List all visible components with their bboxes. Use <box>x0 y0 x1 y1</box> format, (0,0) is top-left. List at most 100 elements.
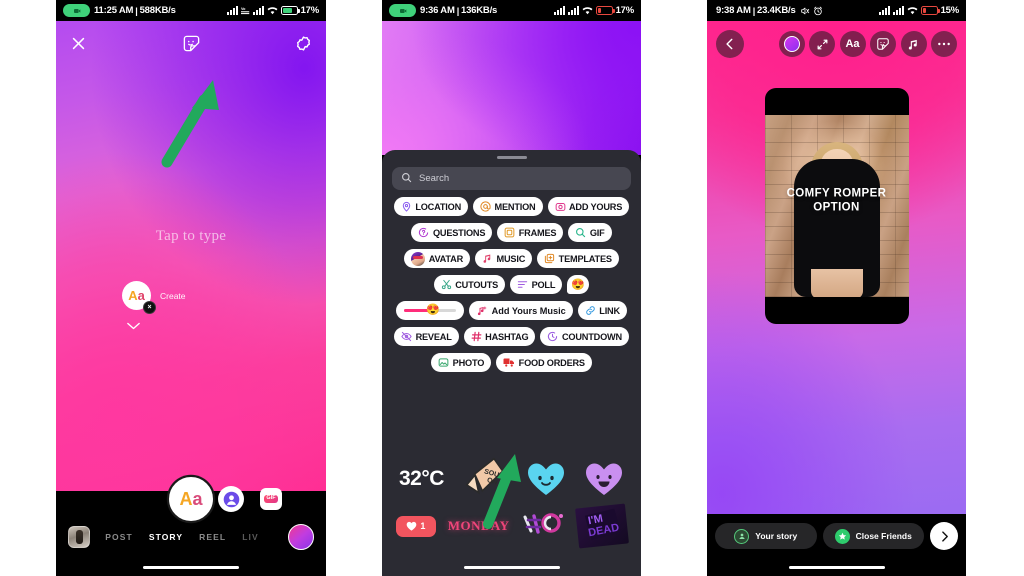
chip-poll[interactable]: POLL <box>510 275 563 295</box>
battery-percent: 17% <box>615 5 635 16</box>
chip-questions[interactable]: QUESTIONS <box>411 223 493 243</box>
search-input[interactable]: Search <box>392 167 631 191</box>
chip-add-yours[interactable]: ADD YOURS <box>547 197 630 217</box>
gallery-thumbnail[interactable] <box>68 526 90 548</box>
caption-line-1: COMFY ROMPER <box>786 187 887 200</box>
chip-label: COUNTDOWN <box>561 331 622 342</box>
close-friends-label: Close Friends <box>855 531 912 541</box>
create-text-style-button[interactable]: Aa × <box>122 281 156 314</box>
color-picker-tool[interactable] <box>778 31 805 57</box>
tab-reel[interactable]: REEL <box>199 532 226 542</box>
sticker-preview-row: 1 MONDAY I'M DEAD <box>382 503 641 549</box>
avatar-icon[interactable] <box>218 486 244 512</box>
mute-icon <box>800 6 810 16</box>
sound-on-sticker[interactable]: SOUND ON <box>458 455 511 504</box>
music-tool[interactable] <box>900 31 927 57</box>
chip-templates[interactable]: TEMPLATES <box>537 249 619 269</box>
caption-line-2: OPTION <box>813 201 860 214</box>
chip-food-orders[interactable]: FOOD ORDERS <box>496 353 592 373</box>
chevron-down-icon[interactable] <box>126 318 141 336</box>
text-tool-glyph-a: A <box>179 488 193 509</box>
story-caption[interactable]: COMFY ROMPER OPTION <box>765 188 909 215</box>
chip-add-yours-music[interactable]: Add Yours Music <box>469 301 573 321</box>
text-tool[interactable]: Aa <box>839 31 866 57</box>
chip-avatar[interactable]: AVATAR <box>404 249 471 269</box>
sticker-icon[interactable] <box>182 34 201 53</box>
chip-photo[interactable]: PHOTO <box>431 353 492 373</box>
monday-sticker[interactable]: MONDAY <box>448 518 510 534</box>
blue-heart-sticker[interactable] <box>526 461 566 497</box>
gif-tool-button[interactable]: GIF <box>260 488 282 510</box>
signal-bars-icon <box>567 6 579 15</box>
emoji-glyph[interactable]: 😍 <box>426 303 440 316</box>
share-bar: Your story Close Friends <box>707 522 966 550</box>
model-legs <box>810 269 863 297</box>
hashtag-art-sticker[interactable] <box>521 511 565 542</box>
im-dead-sticker[interactable]: I'M DEAD <box>575 503 630 549</box>
chip-frames[interactable]: FRAMES <box>497 223 564 243</box>
chevron-left-icon[interactable] <box>716 30 744 58</box>
chip-label: LINK <box>599 305 620 316</box>
templates-icon <box>544 253 555 264</box>
drag-handle[interactable] <box>496 156 527 160</box>
story-topbar <box>56 21 326 65</box>
close-icon[interactable]: × <box>143 301 156 314</box>
chip-location[interactable]: LOCATION <box>393 197 469 217</box>
story-gradient-canvas <box>382 21 641 155</box>
chip-link[interactable]: LINK <box>577 301 627 321</box>
at-mention-icon <box>480 201 491 212</box>
story-gradient-canvas[interactable] <box>56 21 326 491</box>
chip-countdown[interactable]: COUNTDOWN <box>540 327 629 347</box>
chip-reveal[interactable]: REVEAL <box>394 327 459 347</box>
chip-label: POLL <box>531 279 556 290</box>
chip-hashtag[interactable]: HASHTAG <box>463 327 536 347</box>
gear-icon[interactable] <box>295 35 312 52</box>
close-icon[interactable] <box>70 35 87 52</box>
emoji-slider-sticker[interactable]: 😍 <box>396 301 465 321</box>
status-separator: | <box>135 5 138 16</box>
temperature-sticker[interactable]: 32°C <box>399 467 444 491</box>
status-bar: 9:38 AM | 23.4KB/s 15% <box>707 0 966 21</box>
tab-story[interactable]: STORY <box>149 532 183 542</box>
tap-to-type-placeholder[interactable]: Tap to type <box>56 228 326 245</box>
status-separator: | <box>456 5 460 16</box>
close-friends-button[interactable]: Close Friends <box>822 523 924 549</box>
slider-track: 😍 <box>404 304 457 316</box>
sticker-chip-row: CUTOUTS POLL 😍 <box>382 275 641 295</box>
tab-post[interactable]: POST <box>105 532 133 542</box>
sticker-tool[interactable] <box>870 31 896 57</box>
text-tool-button[interactable]: Aa <box>169 477 213 521</box>
mode-tabs: POST STORY REEL LIV <box>90 532 288 542</box>
create-mode-chip[interactable]: Aa × Create <box>122 281 186 314</box>
emoji-reaction-sticker[interactable]: 😍 <box>567 275 590 295</box>
sticker-chip-row: 😍 Add Yours Music LINK <box>382 301 641 321</box>
signal-bars-icon <box>226 6 238 15</box>
chip-label: HASHTAG <box>485 331 529 342</box>
screen-record-icon <box>63 4 90 17</box>
gif-search-icon <box>575 227 586 238</box>
tab-live[interactable]: LIV <box>242 532 259 542</box>
chip-gif[interactable]: GIF <box>568 223 612 243</box>
chevron-right-icon[interactable] <box>930 522 958 550</box>
crop-tool[interactable] <box>809 31 835 57</box>
signal-bars-icon <box>553 6 565 15</box>
purple-heart-sticker[interactable] <box>584 461 624 497</box>
phone-panel-left: 11:25 AM | 588KB/s Vo 17% Tap to type A … <box>56 0 326 576</box>
search-icon <box>401 172 412 186</box>
status-time: 11:25 AM <box>94 5 134 16</box>
status-time: 9:38 AM <box>716 5 751 16</box>
story-media-preview[interactable]: COMFY ROMPER OPTION <box>764 88 909 324</box>
like-count-sticker[interactable]: 1 <box>395 515 436 537</box>
battery-percent: 15% <box>940 5 960 16</box>
sticker-chip-row: REVEAL HASHTAG COUNTDOWN <box>382 327 641 347</box>
countdown-clock-icon <box>547 331 558 342</box>
chip-label: GIF <box>589 227 605 238</box>
your-story-button[interactable]: Your story <box>715 523 817 549</box>
chip-mention[interactable]: MENTION <box>473 197 543 217</box>
chip-label: REVEAL <box>415 331 452 342</box>
more-tool[interactable] <box>931 31 957 57</box>
chip-music[interactable]: MUSIC <box>475 249 533 269</box>
sticker-tray: Search LOCATION MENTION ADD YOURS QUESTI… <box>382 150 641 576</box>
camera-switch-icon[interactable] <box>288 524 314 550</box>
chip-cutouts[interactable]: CUTOUTS <box>433 275 506 295</box>
